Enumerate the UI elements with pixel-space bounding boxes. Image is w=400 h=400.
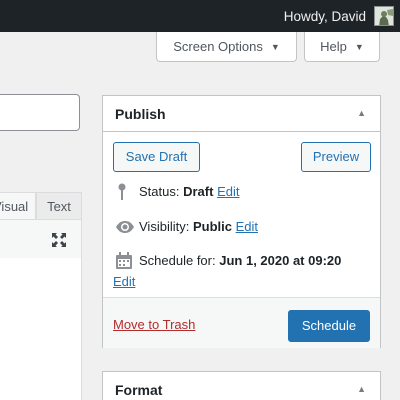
fullscreen-icon[interactable] (51, 232, 67, 248)
visibility-edit-link[interactable]: Edit (236, 219, 258, 234)
publish-box: Publish ▲ Save Draft Preview Status: Dra… (102, 95, 381, 348)
post-title-input[interactable] (0, 94, 80, 131)
screen-options-button[interactable]: Screen Options ▼ (156, 32, 297, 62)
publish-box-header[interactable]: Publish ▲ (103, 96, 380, 132)
schedule-edit-link[interactable]: Edit (113, 273, 135, 291)
help-label: Help (320, 39, 347, 54)
major-publishing-actions: Move to Trash Schedule (103, 297, 380, 348)
help-button[interactable]: Help ▼ (304, 32, 380, 62)
chevron-down-icon: ▼ (270, 41, 280, 52)
tab-visual-label: Visual (0, 199, 29, 214)
preview-button[interactable]: Preview (301, 142, 371, 172)
editor-content-area[interactable] (0, 258, 82, 400)
visibility-label: Visibility: (139, 219, 190, 234)
format-box-title: Format (115, 382, 163, 398)
editor-toolbar (0, 219, 82, 259)
visibility-value: Public (192, 219, 232, 234)
screen-options-label: Screen Options (173, 39, 263, 54)
user-avatar[interactable] (374, 6, 394, 26)
collapse-arrow-icon[interactable]: ▲ (357, 108, 366, 118)
move-to-trash-link[interactable]: Move to Trash (113, 317, 195, 332)
chevron-down-icon: ▼ (354, 41, 364, 52)
schedule-label: Schedule for: (139, 253, 216, 268)
collapse-arrow-icon[interactable]: ▲ (357, 384, 366, 394)
tab-text-label: Text (47, 199, 71, 214)
format-box: Format ▲ (102, 371, 381, 400)
publish-box-title: Publish (115, 106, 166, 122)
format-box-header[interactable]: Format ▲ (103, 372, 380, 400)
howdy-user-link[interactable]: Howdy, David (284, 0, 366, 32)
schedule-button[interactable]: Schedule (288, 310, 370, 342)
admin-bar: Howdy, David (0, 0, 400, 32)
schedule-value: Jun 1, 2020 at 09:20 (219, 253, 342, 268)
tab-text[interactable]: Text (36, 192, 82, 220)
status-edit-link[interactable]: Edit (217, 184, 239, 199)
status-value: Draft (183, 184, 214, 199)
save-draft-button[interactable]: Save Draft (113, 142, 200, 172)
status-label: Status: (139, 184, 180, 199)
eye-icon (115, 218, 134, 236)
tab-visual[interactable]: Visual (0, 192, 36, 220)
pin-icon (115, 183, 133, 201)
calendar-icon (115, 252, 133, 270)
